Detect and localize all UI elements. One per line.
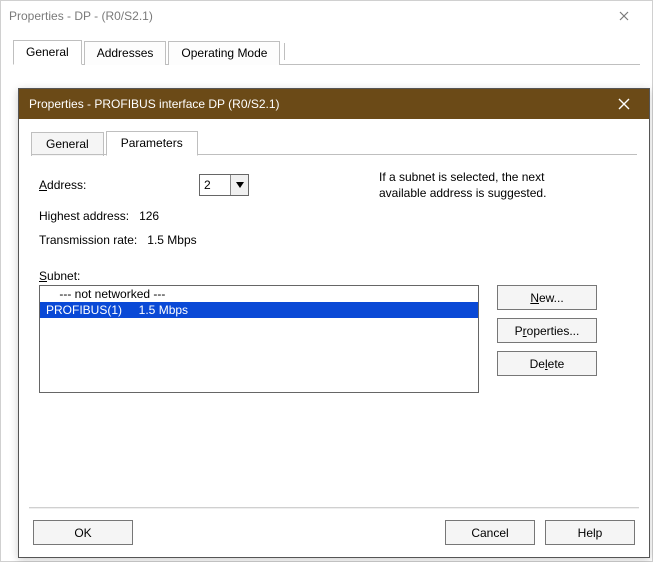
address-hint: If a subnet is selected, the next availa…: [379, 169, 546, 201]
inner-dialog: Properties - PROFIBUS interface DP (R0/S…: [18, 88, 650, 558]
new-button[interactable]: New...: [497, 285, 597, 310]
inner-close-button[interactable]: [609, 91, 639, 117]
address-value: 2: [200, 175, 230, 195]
subnet-item-not-networked[interactable]: --- not networked ---: [40, 286, 478, 302]
close-icon: [619, 11, 629, 21]
inner-body: Address: 2 If a subnet is selected, the …: [19, 155, 649, 407]
address-combobox[interactable]: 2: [199, 174, 249, 196]
delete-button[interactable]: Delete: [497, 351, 597, 376]
address-label: Address:: [39, 178, 199, 192]
inner-titlebar: Properties - PROFIBUS interface DP (R0/S…: [19, 89, 649, 119]
tab-divider-icon: [284, 43, 285, 60]
subnet-label: Subnet:: [39, 269, 629, 283]
subnet-area: --- not networked --- PROFIBUS(1) 1.5 Mb…: [39, 285, 629, 393]
inner-tab-parameters[interactable]: Parameters: [106, 131, 198, 156]
subnet-listbox[interactable]: --- not networked --- PROFIBUS(1) 1.5 Mb…: [39, 285, 479, 393]
txrate-value: 1.5 Mbps: [147, 233, 196, 247]
outer-tab-operating-mode[interactable]: Operating Mode: [168, 41, 280, 65]
outer-titlebar: Properties - DP - (R0/S2.1): [1, 1, 652, 31]
outer-tab-addresses[interactable]: Addresses: [84, 41, 167, 65]
hint-line-2: available address is suggested.: [379, 185, 546, 201]
address-dropdown-arrow[interactable]: [230, 175, 248, 195]
address-row: Address: 2 If a subnet is selected, the …: [39, 169, 629, 201]
outer-tab-general[interactable]: General: [13, 40, 82, 65]
dialog-button-bar: OK Cancel Help: [19, 510, 649, 557]
cancel-button[interactable]: Cancel: [445, 520, 535, 545]
txrate-label: Transmission rate:: [39, 233, 137, 247]
close-icon: [618, 98, 630, 110]
highest-address-row: Highest address: 126: [39, 209, 629, 223]
inner-tabs: General Parameters: [31, 129, 637, 155]
properties-button[interactable]: Properties...: [497, 318, 597, 343]
outer-tabs: General Addresses Operating Mode: [13, 39, 640, 65]
hint-line-1: If a subnet is selected, the next: [379, 169, 546, 185]
txrate-row: Transmission rate: 1.5 Mbps: [39, 233, 629, 247]
chevron-down-icon: [236, 182, 244, 188]
inner-window-title: Properties - PROFIBUS interface DP (R0/S…: [29, 97, 609, 111]
inner-tab-general[interactable]: General: [31, 132, 104, 156]
separator: [29, 507, 639, 509]
highest-address-value: 126: [139, 209, 159, 223]
outer-close-button[interactable]: [604, 3, 644, 29]
subnet-side-buttons: New... Properties... Delete: [497, 285, 597, 376]
highest-address-label: Highest address:: [39, 209, 129, 223]
subnet-item-profibus1[interactable]: PROFIBUS(1) 1.5 Mbps: [40, 302, 478, 318]
ok-button[interactable]: OK: [33, 520, 133, 545]
help-button[interactable]: Help: [545, 520, 635, 545]
outer-window-title: Properties - DP - (R0/S2.1): [9, 9, 604, 23]
